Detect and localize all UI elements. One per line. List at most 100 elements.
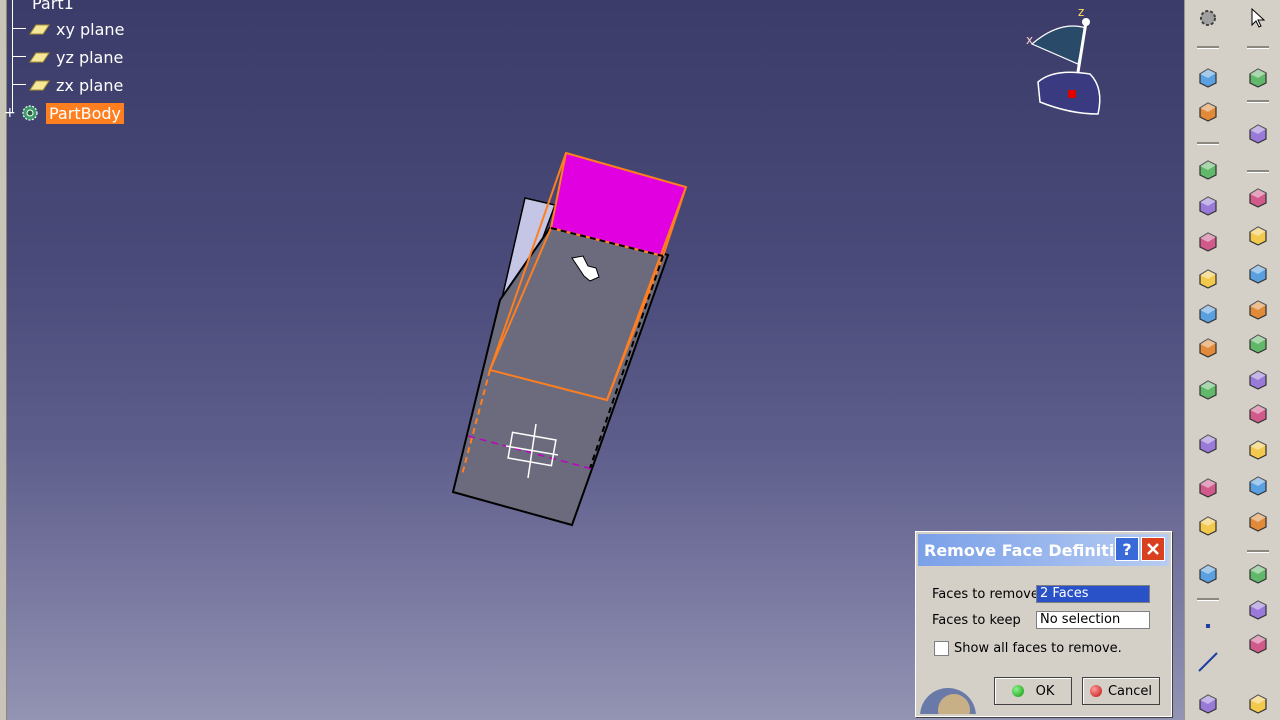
- shell-icon: [1249, 334, 1267, 354]
- surface-icon: [1249, 124, 1267, 144]
- help-button[interactable]: ?: [1115, 537, 1139, 561]
- expand-plus-icon[interactable]: +: [4, 105, 18, 121]
- multi-section-button[interactable]: [1194, 300, 1222, 328]
- plane-button[interactable]: [1194, 690, 1222, 718]
- toolbar-separator: [1247, 100, 1269, 103]
- draft-icon: [1249, 370, 1267, 390]
- multi-section-icon: [1199, 304, 1217, 324]
- toolbar-separator: [1197, 46, 1219, 49]
- view-button[interactable]: [1194, 98, 1222, 126]
- globe-logo-icon: [920, 688, 976, 714]
- point-target-button[interactable]: [1194, 334, 1222, 362]
- tree-item-xy-plane[interactable]: xy plane: [28, 18, 124, 40]
- ok-button[interactable]: OK: [994, 677, 1072, 705]
- faces-to-remove-label: Faces to remove: [932, 587, 1039, 602]
- tree-item-label: PartBody: [46, 102, 124, 124]
- toolbar-separator: [1197, 142, 1219, 145]
- thickness-button[interactable]: [1244, 296, 1272, 324]
- pad-icon: [1199, 160, 1217, 180]
- cancel-button[interactable]: Cancel: [1082, 677, 1160, 705]
- boolean-remove-button[interactable]: [1244, 596, 1272, 624]
- partbody-gear-icon: [22, 105, 38, 121]
- show-all-faces-checkbox[interactable]: [934, 641, 949, 656]
- stiffener-button[interactable]: [1244, 260, 1272, 288]
- tree-root-label: Part1: [32, 0, 74, 13]
- analysis-button[interactable]: [1194, 560, 1222, 588]
- pocket-button[interactable]: [1194, 192, 1222, 220]
- grid-button[interactable]: [1194, 512, 1222, 540]
- plane-icon: [29, 52, 50, 63]
- tree-item-label: zx plane: [56, 75, 124, 95]
- chamfer-icon: [1249, 404, 1267, 424]
- sketcher-button[interactable]: [1244, 64, 1272, 92]
- show-all-faces-label: Show all faces to remove.: [954, 641, 1122, 656]
- part-model[interactable]: [440, 145, 700, 535]
- tree-item-yz-plane[interactable]: yz plane: [28, 46, 123, 68]
- faces-to-keep-field[interactable]: No selection: [1036, 611, 1150, 629]
- measure-button[interactable]: [1194, 474, 1222, 502]
- shell-button[interactable]: [1244, 330, 1272, 358]
- boolean-add-button[interactable]: [1244, 560, 1272, 588]
- solid-icon: [1249, 694, 1267, 714]
- compass-x-label: x: [1026, 33, 1033, 47]
- shaft-button[interactable]: [1194, 228, 1222, 256]
- line-button[interactable]: [1194, 648, 1222, 676]
- surface-button[interactable]: [1244, 120, 1272, 148]
- pad-button[interactable]: [1194, 156, 1222, 184]
- gear-button[interactable]: [1194, 4, 1222, 32]
- pocket-icon: [1199, 196, 1217, 216]
- line-icon: [1198, 652, 1218, 672]
- plane-icon: [29, 24, 50, 35]
- box-icon: [1249, 440, 1267, 460]
- constraint-button[interactable]: [1194, 430, 1222, 458]
- plane-icon: [29, 80, 50, 91]
- rib-button[interactable]: [1194, 265, 1222, 293]
- select-arrow-icon: [1251, 7, 1266, 28]
- thickness-icon: [1249, 300, 1267, 320]
- hole-icon: [1249, 188, 1267, 208]
- fillet-icon: [1249, 476, 1267, 496]
- tree-connector: [12, 56, 26, 57]
- close-icon: [1147, 543, 1159, 555]
- dialog-title: Remove Face Definition: [924, 540, 1137, 560]
- select-arrow-button[interactable]: [1244, 4, 1272, 32]
- tree-connector: [12, 84, 26, 85]
- hole-button[interactable]: [1244, 184, 1272, 212]
- grid-icon: [1199, 516, 1217, 536]
- compass-z-label: z: [1078, 5, 1084, 19]
- box-button[interactable]: [1244, 436, 1272, 464]
- view-icon: [1199, 102, 1217, 122]
- part-front-face[interactable]: [451, 223, 670, 527]
- tree-item-label: xy plane: [56, 19, 125, 39]
- toolbar-separator: [1247, 46, 1269, 49]
- tree-item-zx-plane[interactable]: zx plane: [28, 74, 123, 96]
- toolbar-separator: [1247, 550, 1269, 553]
- point-button[interactable]: [1194, 612, 1222, 640]
- compass-icon[interactable]: x z: [1020, 2, 1110, 124]
- edge-fillet-icon: [1249, 512, 1267, 532]
- plane-icon: [1199, 694, 1217, 714]
- remove-face-button[interactable]: [1194, 376, 1222, 404]
- stiffener-icon: [1249, 264, 1267, 284]
- remove-face-icon: [1199, 380, 1217, 400]
- draft-button[interactable]: [1244, 366, 1272, 394]
- toolbar-separator: [1247, 170, 1269, 173]
- groove-button[interactable]: [1244, 222, 1272, 250]
- boolean-intersect-icon: [1249, 634, 1267, 654]
- tree-root-part[interactable]: Part1: [28, 0, 74, 14]
- constraint-icon: [1199, 434, 1217, 454]
- close-button[interactable]: [1141, 537, 1165, 561]
- solid-button[interactable]: [1244, 690, 1272, 718]
- sketch-tools-button[interactable]: [1194, 64, 1222, 92]
- tree-connector: [12, 28, 26, 29]
- edge-fillet-button[interactable]: [1244, 508, 1272, 536]
- faces-to-remove-field[interactable]: 2 Faces: [1036, 585, 1150, 603]
- rib-icon: [1199, 269, 1217, 289]
- chamfer-button[interactable]: [1244, 400, 1272, 428]
- cancel-icon: [1089, 685, 1102, 697]
- tree-item-partbody[interactable]: + PartBody: [4, 102, 124, 124]
- boolean-intersect-button[interactable]: [1244, 630, 1272, 658]
- analysis-icon: [1199, 564, 1217, 584]
- fillet-button[interactable]: [1244, 472, 1272, 500]
- ok-icon: [1011, 685, 1024, 697]
